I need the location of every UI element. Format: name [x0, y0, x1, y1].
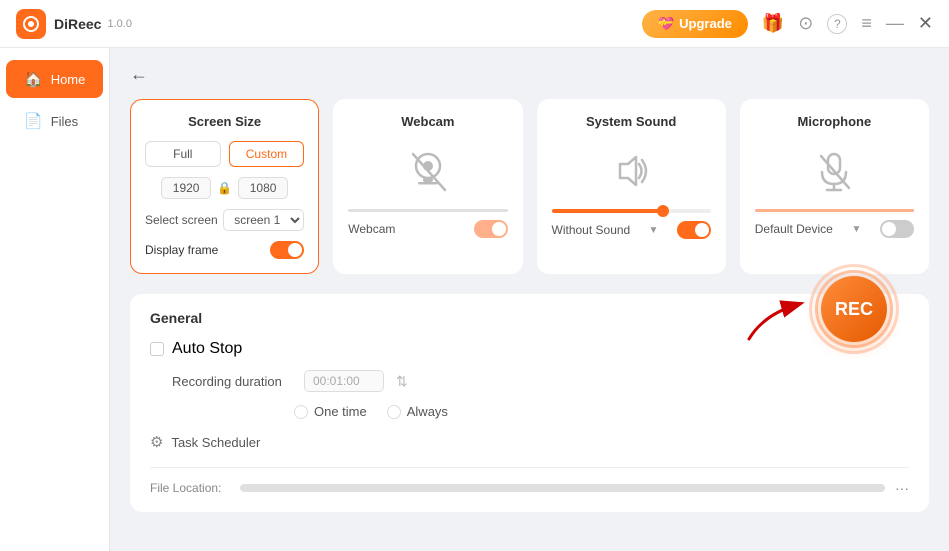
- close-icon[interactable]: ✕: [918, 13, 933, 34]
- webcam-icon: [403, 146, 453, 196]
- system-sound-bottom: Without Sound ▼: [552, 221, 711, 239]
- recording-duration-label: Recording duration: [172, 374, 292, 389]
- sidebar-item-files[interactable]: 📄 Files: [6, 102, 103, 140]
- task-scheduler-row[interactable]: ⚙ Task Scheduler: [150, 433, 909, 451]
- microphone-icon-area: [755, 141, 914, 201]
- screen-select[interactable]: screen 1: [223, 209, 304, 231]
- system-sound-slider-row: [552, 209, 711, 213]
- help-icon[interactable]: ?: [827, 14, 847, 34]
- system-sound-icon: [606, 146, 656, 196]
- select-screen-row: Select screen screen 1: [145, 209, 304, 231]
- app-name: DiReec: [54, 16, 101, 32]
- system-sound-slider-thumb[interactable]: [657, 205, 669, 217]
- sidebar-item-files-label: Files: [51, 114, 78, 129]
- microphone-title: Microphone: [755, 114, 914, 129]
- system-sound-slider-track: [552, 209, 711, 213]
- main-layout: 🏠 Home 📄 Files ← Screen Size Full Custom: [0, 48, 949, 551]
- lock-icon: 🔒: [217, 181, 232, 195]
- system-sound-icon-area: [552, 141, 711, 201]
- app-version: 1.0.0: [107, 18, 131, 30]
- webcam-toggle[interactable]: [474, 220, 508, 238]
- upgrade-icon: 💝: [658, 16, 674, 32]
- webcam-card: Webcam Webcam: [333, 99, 522, 274]
- app-logo: [16, 9, 46, 39]
- rec-button[interactable]: REC: [821, 276, 887, 342]
- titlebar: DiReec 1.0.0 💝 Upgrade 🎁 ⊙ ? ≡ — ✕: [0, 0, 949, 48]
- display-frame-label: Display frame: [145, 243, 218, 257]
- radio-row: One time Always: [294, 404, 909, 419]
- upgrade-button[interactable]: 💝 Upgrade: [642, 10, 748, 38]
- task-scheduler-gear-icon: ⚙: [150, 433, 163, 451]
- dimensions-row: 🔒: [145, 177, 304, 199]
- file-location-label: File Location:: [150, 481, 230, 495]
- content: ← Screen Size Full Custom 🔒: [110, 48, 949, 551]
- system-sound-title: System Sound: [552, 114, 711, 129]
- microphone-card: Microphone: [740, 99, 929, 274]
- microphone-toggle[interactable]: [880, 220, 914, 238]
- sidebar-item-home[interactable]: 🏠 Home: [6, 60, 103, 98]
- cards-row: Screen Size Full Custom 🔒 Select screen …: [130, 99, 929, 274]
- always-radio[interactable]: [387, 405, 401, 419]
- size-buttons: Full Custom: [145, 141, 304, 167]
- content-inner: ← Screen Size Full Custom 🔒: [130, 64, 929, 512]
- webcam-bottom: Webcam: [348, 220, 507, 238]
- task-scheduler-label: Task Scheduler: [171, 435, 260, 450]
- webcam-icon-area: [348, 141, 507, 201]
- recording-duration-input[interactable]: [304, 370, 384, 392]
- auto-stop-checkbox[interactable]: [150, 342, 164, 356]
- menu-icon[interactable]: ≡: [861, 13, 872, 34]
- one-time-label: One time: [314, 404, 367, 419]
- one-time-radio[interactable]: [294, 405, 308, 419]
- webcam-label: Webcam: [348, 222, 395, 236]
- system-sound-card: System Sound: [537, 99, 726, 274]
- one-time-option[interactable]: One time: [294, 404, 367, 419]
- duration-stepper[interactable]: ⇅: [396, 373, 408, 390]
- system-sound-dropdown-icon[interactable]: ▼: [649, 225, 659, 236]
- microphone-slider-fill: [755, 209, 914, 212]
- always-option[interactable]: Always: [387, 404, 448, 419]
- sidebar-item-home-label: Home: [51, 72, 86, 87]
- auto-stop-label: Auto Stop: [172, 340, 242, 358]
- sidebar: 🏠 Home 📄 Files: [0, 48, 110, 551]
- screen-size-title: Screen Size: [145, 114, 304, 129]
- file-location-row: File Location: ···: [150, 467, 909, 496]
- rec-button-area: REC: [809, 264, 899, 354]
- width-input[interactable]: [161, 177, 211, 199]
- height-input[interactable]: [238, 177, 288, 199]
- microphone-icon: [809, 146, 859, 196]
- full-button[interactable]: Full: [145, 141, 221, 167]
- display-frame-toggle[interactable]: [270, 241, 304, 259]
- always-label: Always: [407, 404, 448, 419]
- system-sound-slider-fill: [552, 209, 663, 213]
- system-sound-toggle[interactable]: [677, 221, 711, 239]
- select-screen-label: Select screen: [145, 213, 218, 227]
- settings-circle-icon[interactable]: ⊙: [798, 13, 813, 34]
- rec-button-wrap: REC: [809, 264, 899, 354]
- titlebar-right: 💝 Upgrade 🎁 ⊙ ? ≡ — ✕: [642, 10, 933, 38]
- minimize-icon[interactable]: —: [886, 13, 904, 34]
- microphone-bottom: Default Device ▼: [755, 220, 914, 238]
- without-sound-label: Without Sound: [552, 223, 631, 237]
- microphone-slider: [755, 209, 914, 212]
- microphone-dropdown-icon[interactable]: ▼: [851, 224, 861, 235]
- webcam-title: Webcam: [348, 114, 507, 129]
- home-icon: 🏠: [24, 70, 43, 88]
- file-location-path: [240, 484, 885, 492]
- webcam-slider: [348, 209, 507, 212]
- default-device-label: Default Device: [755, 222, 833, 236]
- display-frame-row: Display frame: [145, 241, 304, 259]
- back-button[interactable]: ←: [130, 64, 148, 85]
- gift-icon[interactable]: 🎁: [762, 13, 784, 34]
- files-icon: 📄: [24, 112, 43, 130]
- recording-duration-row: Recording duration ⇅: [172, 370, 909, 392]
- file-location-menu[interactable]: ···: [895, 480, 909, 496]
- screen-size-card: Screen Size Full Custom 🔒 Select screen …: [130, 99, 319, 274]
- custom-button[interactable]: Custom: [229, 141, 305, 167]
